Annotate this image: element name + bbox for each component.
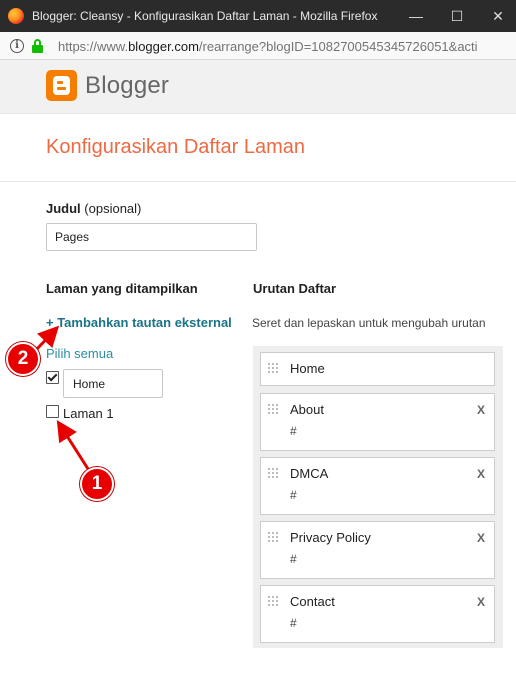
window-titlebar: Blogger: Cleansy - Konfigurasikan Daftar…: [0, 0, 516, 32]
order-item-link: #: [290, 488, 297, 502]
window-title: Blogger: Cleansy - Konfigurasikan Daftar…: [32, 9, 378, 23]
order-list: Home About # X DMCA # X Privacy Policy #…: [253, 346, 503, 648]
right-heading: Urutan Daftar: [253, 281, 337, 296]
order-item-name: Privacy Policy: [290, 530, 371, 545]
blogger-header: [0, 60, 516, 114]
drag-handle-icon[interactable]: [267, 403, 279, 415]
order-item-privacy-policy[interactable]: Privacy Policy # X: [260, 521, 495, 579]
remove-button[interactable]: X: [477, 531, 485, 545]
page-title: Konfigurasikan Daftar Laman: [46, 136, 306, 158]
order-item-contact[interactable]: Contact # X: [260, 585, 495, 643]
order-item-link: #: [290, 616, 297, 630]
order-item-about[interactable]: About # X: [260, 393, 495, 451]
firefox-icon: [8, 8, 24, 24]
order-description: Seret dan lepaskan untuk mengubah urutan: [252, 316, 486, 330]
url-text[interactable]: https://www.blogger.com/rearrange?blogID…: [58, 39, 478, 54]
judul-input[interactable]: [46, 223, 257, 251]
remove-button[interactable]: X: [477, 595, 485, 609]
drag-handle-icon[interactable]: [267, 362, 279, 374]
order-item-name: DMCA: [290, 466, 329, 481]
divider: [0, 181, 516, 182]
home-label-input[interactable]: [63, 369, 163, 398]
blogger-wordmark[interactable]: Blogger: [85, 72, 169, 100]
blogger-logo-icon[interactable]: [46, 70, 77, 101]
maximize-button[interactable]: ☐: [447, 6, 467, 26]
judul-label: Judul (opsional): [46, 201, 142, 216]
annotation-badge-1: 1: [80, 467, 114, 501]
address-bar[interactable]: i https://www.blogger.com/rearrange?blog…: [0, 32, 516, 60]
order-item-name: Home: [290, 361, 325, 376]
drag-handle-icon[interactable]: [267, 531, 279, 543]
remove-button[interactable]: X: [477, 403, 485, 417]
order-item-dmca[interactable]: DMCA # X: [260, 457, 495, 515]
annotation-badge-2: 2: [6, 342, 40, 376]
select-all-link[interactable]: Pilih semua: [46, 346, 113, 361]
order-item-home[interactable]: Home: [260, 352, 495, 386]
order-item-name: About: [290, 402, 324, 417]
close-window-button[interactable]: ✕: [488, 6, 508, 26]
add-external-link[interactable]: + Tambahkan tautan eksternal: [46, 315, 232, 330]
checkbox-home[interactable]: [46, 371, 59, 384]
drag-handle-icon[interactable]: [267, 467, 279, 479]
arrow-1: [56, 419, 92, 473]
order-item-link: #: [290, 424, 297, 438]
info-icon[interactable]: i: [10, 39, 24, 53]
laman-1-label[interactable]: Laman 1: [63, 406, 114, 421]
checkbox-laman-1[interactable]: [46, 405, 59, 418]
order-item-link: #: [290, 552, 297, 566]
drag-handle-icon[interactable]: [267, 595, 279, 607]
order-item-name: Contact: [290, 594, 335, 609]
minimize-button[interactable]: —: [406, 6, 426, 26]
left-heading: Laman yang ditampilkan: [46, 281, 198, 296]
remove-button[interactable]: X: [477, 467, 485, 481]
lock-icon[interactable]: [32, 39, 43, 53]
checkmark-icon: [47, 371, 58, 382]
